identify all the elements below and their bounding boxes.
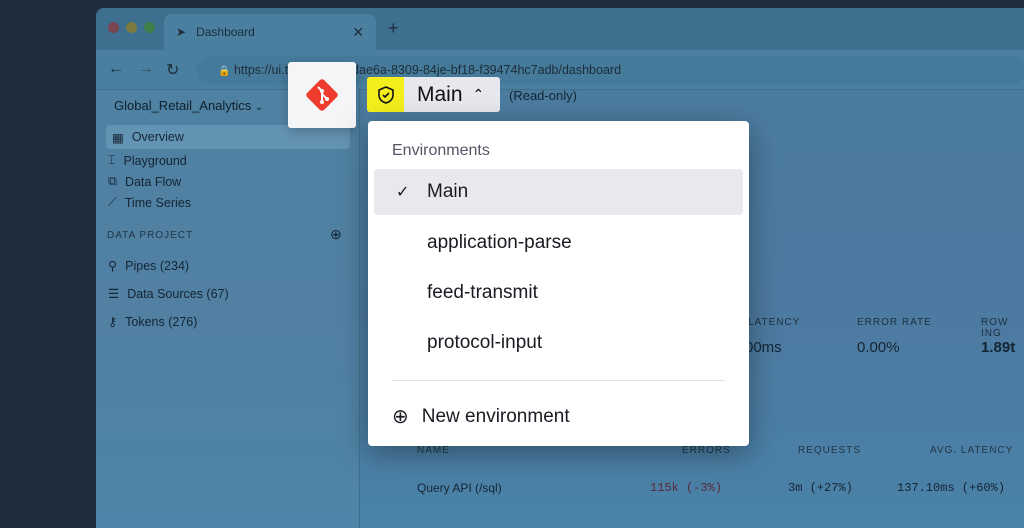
chevron-up-icon: ⌃ [472, 86, 485, 102]
new-tab-button[interactable]: + [388, 18, 399, 39]
metric-label: ERROR RATE [857, 317, 932, 328]
maximize-window-button[interactable] [144, 22, 155, 33]
close-tab-icon[interactable]: ✕ [352, 24, 364, 41]
grid-icon: ▦ [112, 130, 124, 145]
section-label: DATA PROJECT [107, 230, 194, 241]
environments-dropdown: Environments ✓ Main application-parse fee… [368, 121, 749, 446]
sidebar-item-label: Pipes (234) [125, 258, 190, 273]
flow-icon: ⧉ [108, 174, 117, 188]
divider [392, 380, 725, 381]
sidebar: Global_Retail_Analytics ⌄ ▦ Overview ⌶ Pla… [96, 90, 360, 528]
env-option-feed-transmit[interactable]: feed-transmit [374, 270, 743, 316]
pipe-icon: ⚲ [108, 259, 118, 273]
sidebar-item-label: Playground [123, 153, 187, 168]
sidebar-item-data-sources[interactable]: ☰ Data Sources (67) [108, 286, 229, 302]
git-branch-button[interactable] [288, 62, 356, 128]
read-only-label: (Read-only) [509, 88, 577, 103]
new-environment-label: New environment [421, 405, 570, 427]
workspace-name: Global_Retail_Analytics [114, 98, 252, 113]
env-option-application-parse[interactable]: application-parse [374, 220, 743, 266]
metric-label: ROW ING [981, 317, 1009, 339]
add-icon[interactable]: ⊕ [330, 226, 342, 243]
metric-label: LATENCY [748, 317, 801, 328]
sidebar-item-label: Tokens (276) [125, 314, 198, 329]
reload-icon[interactable]: ↻ [166, 60, 179, 80]
chart-icon: ⟋ [108, 195, 117, 209]
tab-bar: ➤ Dashboard ✕ + [96, 8, 1024, 50]
workspace-selector[interactable]: Global_Retail_Analytics ⌄ [114, 98, 263, 113]
check-icon: ✓ [396, 184, 410, 201]
column-header[interactable]: AVG. LATENCY [930, 445, 1013, 456]
cell-name: Query API (/sql) [417, 481, 502, 495]
sidebar-item-overview[interactable]: ▦ Overview [106, 125, 350, 149]
new-environment-button[interactable]: ⊕ New environment [392, 404, 570, 429]
shield-check-icon [367, 77, 404, 112]
minimize-window-button[interactable] [126, 22, 137, 33]
sidebar-item-pipes[interactable]: ⚲ Pipes (234) [108, 258, 190, 274]
metric-value: 1.89t [981, 339, 1016, 356]
sidebar-item-label: Data Flow [124, 174, 182, 189]
chevron-down-icon: ⌄ [254, 102, 264, 113]
tinybird-icon: ➤ [176, 25, 187, 39]
lock-icon: 🔒 [218, 66, 231, 77]
tab-title: Dashboard [196, 25, 255, 39]
column-header[interactable]: NAME [417, 445, 450, 456]
sidebar-item-label: Data Sources (67) [127, 286, 229, 301]
environment-name: Main [417, 82, 463, 106]
environment-selector[interactable]: Main ⌃ [367, 77, 500, 112]
forward-icon[interactable]: → [138, 60, 154, 78]
key-icon: ⚷ [108, 315, 118, 329]
database-icon: ☰ [108, 287, 120, 301]
browser-tab[interactable]: ➤ Dashboard ✕ [164, 14, 376, 50]
cell-latency: 137.10ms (+60%) [897, 481, 1006, 495]
address-bar-row: ← → ↻ 🔒 https://ui.tinybird.co/8dae6a-83… [96, 50, 1024, 90]
back-icon[interactable]: ← [108, 60, 124, 78]
cell-errors: 115k (-3%) [650, 481, 723, 495]
column-header[interactable]: REQUESTS [798, 445, 861, 456]
sidebar-item-tokens[interactable]: ⚷ Tokens (276) [108, 314, 198, 330]
option-label: feed-transmit [427, 282, 538, 303]
option-label: Main [427, 181, 469, 202]
option-label: application-parse [427, 232, 572, 253]
sidebar-item-time-series[interactable]: ⟋ Time Series [108, 195, 191, 210]
sidebar-item-playground[interactable]: ⌶ Playground [108, 153, 187, 168]
metric-value: 00ms [745, 339, 782, 356]
dropdown-header: Environments [392, 142, 490, 159]
cell-requests: 3m (+27%) [788, 481, 853, 495]
git-icon [306, 79, 338, 111]
sidebar-item-label: Overview [131, 130, 184, 144]
playground-icon: ⌶ [108, 153, 116, 167]
plus-circle-icon: ⊕ [392, 406, 409, 428]
env-option-protocol-input[interactable]: protocol-input [374, 320, 743, 366]
sidebar-item-data-flow[interactable]: ⧉ Data Flow [108, 174, 181, 189]
metric-value: 0.00% [857, 339, 900, 356]
sidebar-item-label: Time Series [124, 195, 191, 210]
env-option-main[interactable]: ✓ Main [374, 169, 743, 215]
column-header[interactable]: ERRORS [682, 445, 731, 456]
option-label: protocol-input [427, 332, 543, 353]
close-window-button[interactable] [108, 22, 119, 33]
